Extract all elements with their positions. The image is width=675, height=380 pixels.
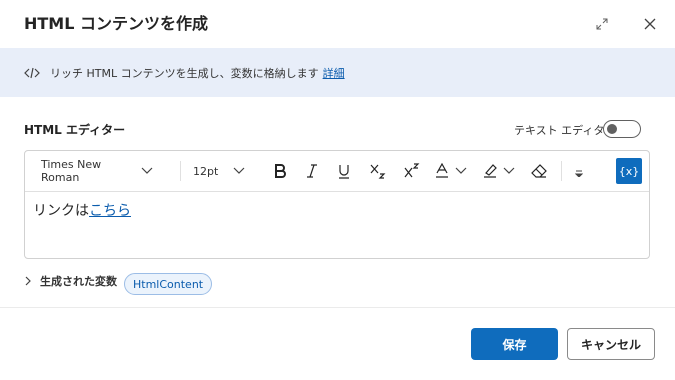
underline-icon <box>339 164 349 179</box>
font-family-value: Times New Roman <box>41 158 102 184</box>
create-html-content-dialog: HTML コンテンツを作成 リッチ HTML コンテンツを生成し、変数に格納しま… <box>0 0 675 380</box>
dialog-title: HTML コンテンツを作成 <box>24 14 208 33</box>
toggle-knob <box>607 124 617 134</box>
info-banner: リッチ HTML コンテンツを生成し、変数に格納します 詳細 <box>0 48 675 97</box>
close-icon <box>644 18 656 30</box>
html-editor-label: HTML エディター <box>24 123 126 137</box>
footer-divider <box>0 307 675 308</box>
text-editor-toggle-label: テキスト エディター <box>514 124 616 137</box>
chevron-down-icon <box>503 167 515 174</box>
highlight-button[interactable] <box>483 159 519 183</box>
generated-variables-toggle[interactable]: 生成された変数 <box>24 273 117 289</box>
overflow-icon <box>575 170 583 177</box>
chevron-down-icon <box>141 167 153 174</box>
superscript-button[interactable] <box>403 159 421 183</box>
chevron-down-icon <box>455 167 467 174</box>
chevron-right-icon <box>24 275 36 287</box>
italic-icon <box>307 164 317 178</box>
highlighter-icon <box>484 164 497 178</box>
code-icon <box>24 65 40 81</box>
toolbar-divider <box>561 161 562 181</box>
close-button[interactable] <box>638 12 662 36</box>
subscript-icon <box>370 164 386 179</box>
bold-button[interactable] <box>271 159 289 183</box>
editor-toolbar: Times New Roman 12pt {x} <box>25 151 649 192</box>
editor-content[interactable]: リンクはこちら <box>33 200 131 220</box>
content-link[interactable]: こちら <box>89 203 131 219</box>
insert-variable-button[interactable]: {x} <box>616 158 642 184</box>
subscript-button[interactable] <box>369 159 387 183</box>
italic-button[interactable] <box>303 159 321 183</box>
generated-variables-label: 生成された変数 <box>40 275 117 288</box>
expand-icon <box>596 18 608 30</box>
eraser-icon <box>531 164 547 178</box>
html-editor: Times New Roman 12pt {x} リンクはこちら <box>24 150 650 259</box>
font-color-button[interactable] <box>435 159 469 183</box>
font-size-select[interactable]: 12pt <box>193 159 259 183</box>
text-editor-toggle[interactable] <box>603 120 641 138</box>
font-size-value: 12pt <box>193 164 219 178</box>
expand-button[interactable] <box>590 12 614 36</box>
save-button[interactable]: 保存 <box>471 328 558 360</box>
variable-pill[interactable]: HtmlContent <box>124 273 213 295</box>
content-text: リンクは <box>33 203 89 219</box>
chevron-down-icon <box>233 167 245 174</box>
underline-button[interactable] <box>335 159 353 183</box>
clear-format-button[interactable] <box>529 159 549 183</box>
bold-icon <box>275 164 286 178</box>
font-color-icon <box>436 163 448 178</box>
more-options-button[interactable] <box>573 159 585 183</box>
toolbar-divider <box>180 161 181 181</box>
cancel-button[interactable]: キャンセル <box>567 328 655 360</box>
superscript-icon <box>404 163 420 178</box>
details-link[interactable]: 詳細 <box>323 65 345 81</box>
info-text: リッチ HTML コンテンツを生成し、変数に格納します <box>50 66 319 80</box>
font-family-select[interactable]: Times New Roman <box>41 158 171 184</box>
